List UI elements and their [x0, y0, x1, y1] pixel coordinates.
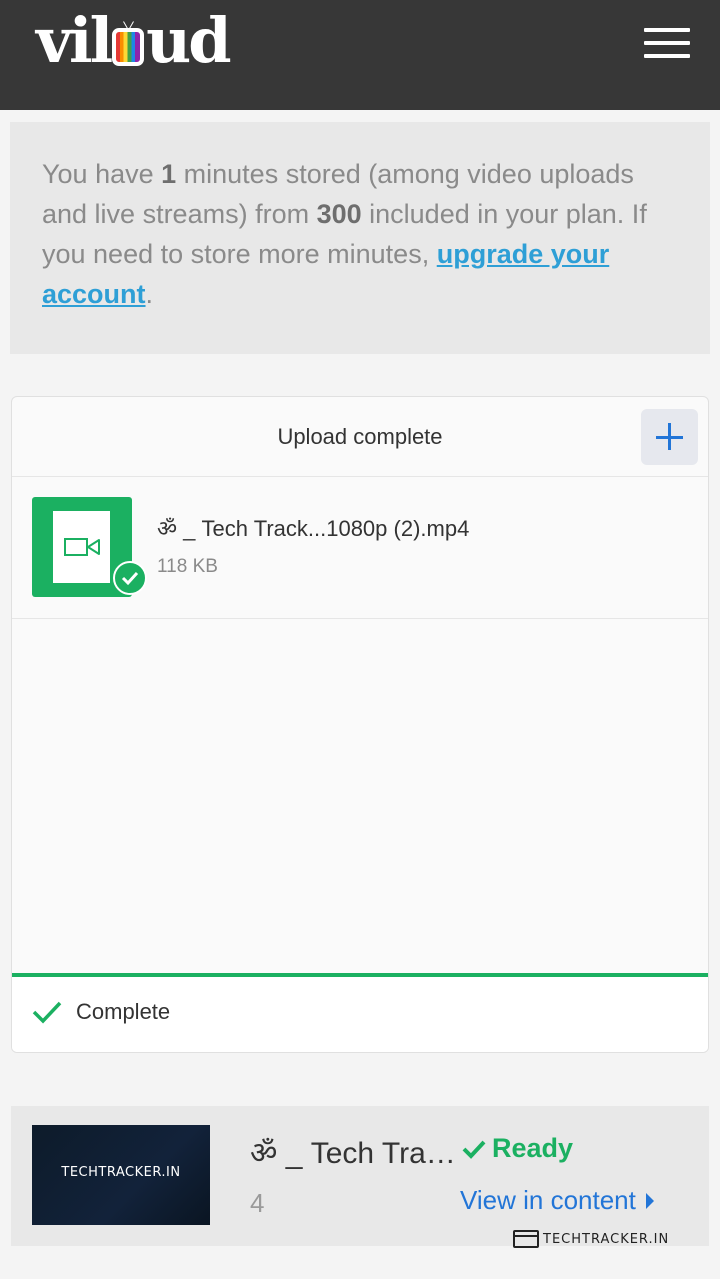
logo-tv-icon [112, 28, 145, 66]
video-item-card[interactable]: TECHTRACKER.IN ॐ _ Tech Tracker Ready 4 … [11, 1106, 709, 1246]
upload-success-check-icon [113, 561, 147, 595]
notice-text: . [145, 279, 154, 309]
minutes-included: 300 [316, 199, 362, 229]
thumbnail-brand-text: TECHTRACKER.IN [61, 1165, 181, 1180]
add-file-button[interactable] [641, 409, 698, 465]
complete-check-icon [32, 1001, 62, 1024]
video-thumbnail[interactable]: TECHTRACKER.IN [32, 1125, 210, 1225]
ready-status-badge: Ready [462, 1133, 573, 1164]
storage-notice: You have 1 minutes stored (among video u… [10, 122, 710, 354]
ready-check-icon [462, 1140, 486, 1159]
video-count: 4 [250, 1188, 265, 1218]
file-paper [53, 511, 110, 583]
minutes-used: 1 [161, 159, 177, 189]
view-in-content-link[interactable]: View in content [460, 1185, 654, 1216]
file-size: 118 KB [157, 556, 218, 577]
video-title[interactable]: ॐ _ Tech Tracker [250, 1131, 462, 1172]
techtracker-watermark: TECHTRACKER.IN [513, 1230, 669, 1248]
upload-status-title: Upload complete [277, 424, 443, 449]
upload-panel-header: Upload complete [12, 397, 708, 477]
upload-status-label: Complete [76, 999, 171, 1024]
chevron-right-icon [645, 1192, 654, 1209]
viloud-logo[interactable]: vil ud [36, 4, 232, 77]
file-name: ॐ _ Tech Track...1080p (2).mp4 [157, 516, 470, 541]
top-header: vil ud [0, 0, 720, 110]
ready-status-label: Ready [492, 1133, 574, 1163]
upload-panel: Upload complete ॐ _ Tech Track...1080p (… [11, 396, 709, 1053]
uploaded-file-row: ॐ _ Tech Track...1080p (2).mp4 118 KB [12, 477, 708, 619]
watermark-text: TECHTRACKER.IN [543, 1231, 670, 1247]
upload-status-bar: Complete [12, 973, 708, 1052]
browser-window-icon [513, 1230, 539, 1248]
hamburger-menu-icon[interactable] [644, 28, 690, 60]
logo-text-right: ud [146, 4, 231, 77]
view-in-content-label: View in content [460, 1185, 636, 1215]
notice-text: You have [42, 159, 162, 189]
video-camera-icon [64, 538, 100, 556]
logo-text-left: vil [36, 4, 113, 77]
